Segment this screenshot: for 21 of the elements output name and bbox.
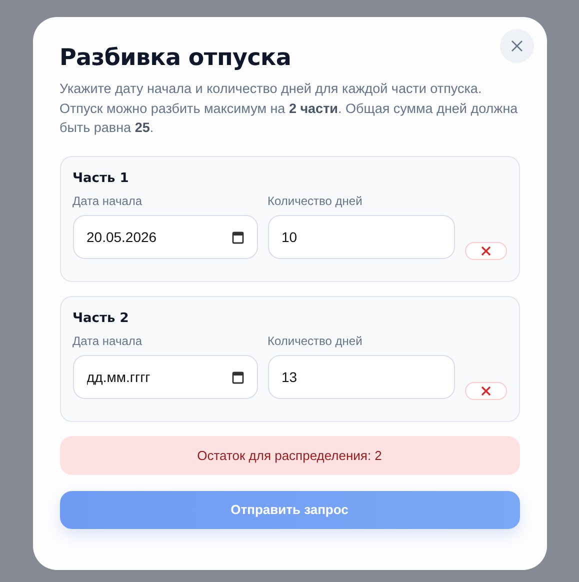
remove-button[interactable] bbox=[464, 242, 506, 260]
field-label: Количество дней bbox=[268, 334, 364, 348]
close-icon bbox=[480, 386, 490, 396]
dialog-description: Укажите дату начала и количество дней для каждой части отпуска. Отпуск можно разбить максимум на 2 части. Общая сумма дней должна быть равна 25. bbox=[60, 80, 519, 137]
remainder-alert: Остаток для распределения: 2 bbox=[60, 436, 520, 474]
days-field[interactable]: 13 bbox=[268, 354, 454, 398]
calendar-icon[interactable] bbox=[232, 230, 244, 244]
field-label: Дата начала bbox=[72, 334, 144, 348]
close-icon bbox=[510, 40, 522, 52]
dialog-title: Разбивка отпуска bbox=[60, 45, 292, 71]
days-field[interactable]: 10 bbox=[268, 214, 454, 258]
calendar-icon[interactable] bbox=[232, 370, 244, 384]
part-title: Часть 1 bbox=[72, 170, 130, 186]
date-field[interactable]: 20.05.2026 bbox=[72, 214, 258, 258]
field-label: Количество дней bbox=[268, 194, 364, 208]
close-button[interactable] bbox=[500, 29, 534, 63]
date-field[interactable]: дд.мм.гггг bbox=[72, 354, 258, 398]
close-icon bbox=[480, 246, 490, 256]
field-label: Дата начала bbox=[72, 194, 144, 208]
part-title: Часть 2 bbox=[72, 310, 130, 326]
remove-button[interactable] bbox=[464, 382, 506, 400]
